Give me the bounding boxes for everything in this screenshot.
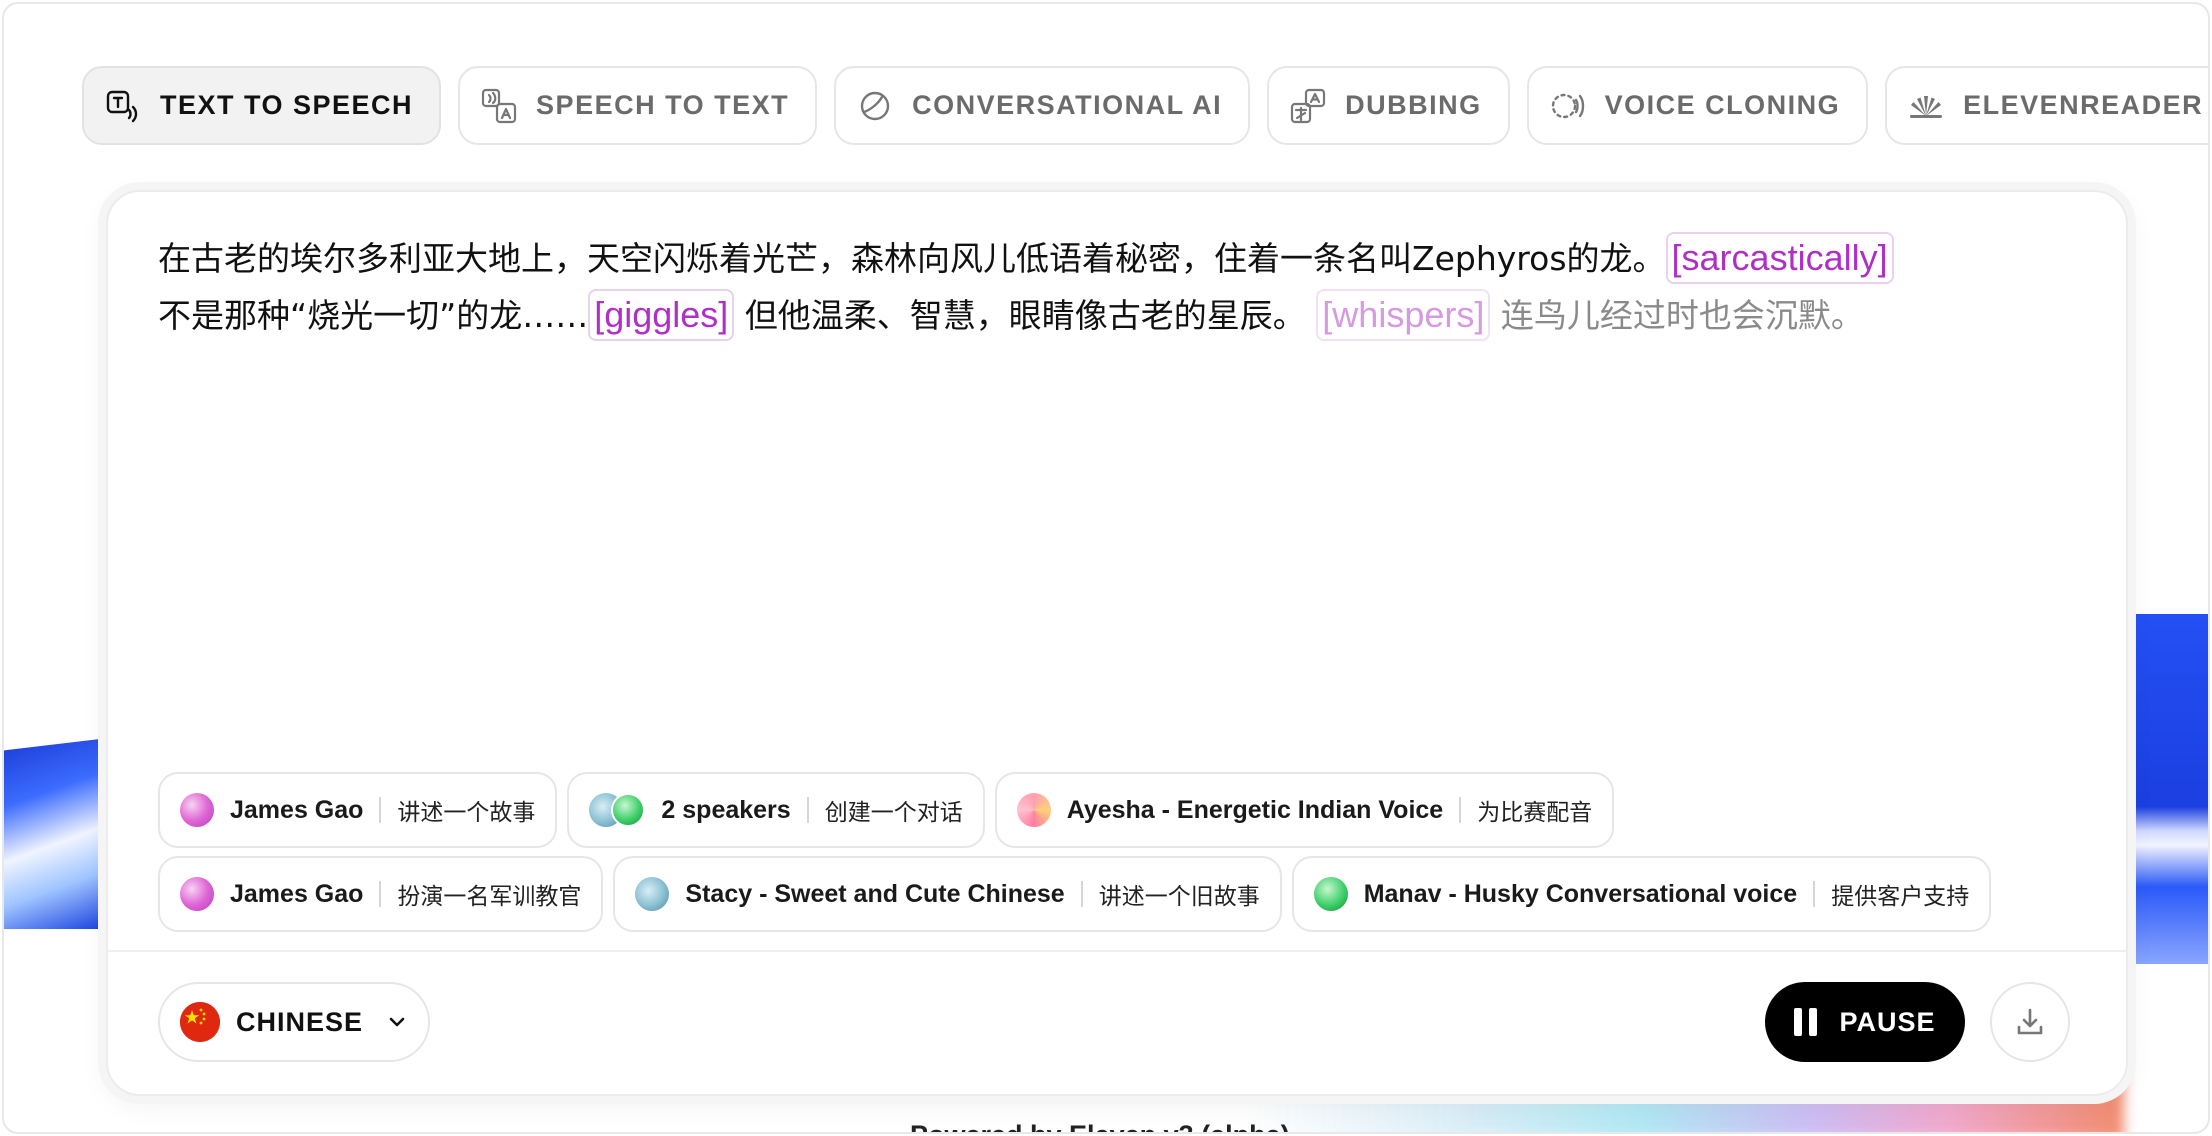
language-label: CHINESE	[236, 1006, 364, 1037]
voice-name: 2 speakers	[661, 795, 791, 824]
voice-suggestion-chip[interactable]: James Gao 扮演一名军训教官	[158, 856, 604, 932]
powered-by-text: Powered by Eleven v3 (alpha)	[910, 1120, 1290, 1132]
voice-suggestion-chip[interactable]: Ayesha - Energetic Indian Voice 为比赛配音	[994, 772, 1615, 848]
voice-action: 讲述一个故事	[397, 800, 536, 826]
text-editor[interactable]: 在古老的埃尔多利亚大地上，天空闪烁着光芒，森林向风儿低语着秘密，住着一条名叫Ze…	[158, 230, 2088, 344]
editor-text: 不是那种“烧光一切”的龙……	[158, 296, 589, 335]
voice-name: Stacy - Sweet and Cute Chinese	[685, 879, 1065, 908]
pause-icon	[1794, 1008, 1818, 1036]
conversational-ai-icon	[856, 87, 894, 125]
download-button[interactable]	[1990, 982, 2070, 1062]
voice-cloning-icon	[1549, 87, 1587, 125]
voice-action: 扮演一名军训教官	[397, 884, 582, 910]
tab-elevenreader[interactable]: ELEVENREADER	[1885, 66, 2208, 145]
voice-avatar-pair	[589, 793, 646, 827]
dubbing-icon	[1289, 87, 1327, 125]
app-frame: TEXT TO SPEECH SPEECH TO TEXT CONVERSATI…	[2, 2, 2210, 1134]
text-to-speech-card: 在古老的埃尔多利亚大地上，天空闪烁着光芒，森林向风儿低语着秘密，住着一条名叫Ze…	[106, 190, 2128, 1096]
product-tabs: TEXT TO SPEECH SPEECH TO TEXT CONVERSATI…	[82, 66, 2208, 145]
voice-avatar	[180, 877, 214, 911]
divider	[379, 797, 382, 823]
voice-suggestion-chip[interactable]: James Gao 讲述一个故事	[158, 772, 558, 848]
divider	[379, 881, 382, 907]
voice-name: James Gao	[230, 795, 364, 824]
voice-avatar	[1313, 877, 1348, 911]
divider	[1813, 881, 1816, 907]
china-flag-icon	[180, 1002, 220, 1042]
voice-avatar	[611, 793, 646, 827]
voice-suggestions-row-2: James Gao 扮演一名军训教官 Stacy - Sweet and Cut…	[158, 856, 2088, 932]
decorative-blue-shape-left	[4, 739, 100, 929]
voice-suggestion-chip[interactable]: Stacy - Sweet and Cute Chinese 讲述一个旧故事	[613, 856, 1282, 932]
audio-tag-giggles: [giggles]	[588, 289, 735, 341]
tab-voice-cloning[interactable]: VOICE CLONING	[1526, 66, 1869, 145]
divider	[806, 797, 809, 823]
voice-avatar	[180, 793, 214, 827]
editor-text: 在古老的埃尔多利亚大地上，天空闪烁着光芒，森林向风儿低语着秘密，住着一条名叫Ze…	[158, 239, 1666, 278]
tab-label: DUBBING	[1345, 90, 1482, 120]
tab-speech-to-text[interactable]: SPEECH TO TEXT	[458, 66, 818, 145]
editor-text: 但他温柔、智慧，眼睛像古老的星辰。	[734, 296, 1306, 335]
voice-suggestion-chip[interactable]: Manav - Husky Conversational voice 提供客户支…	[1291, 856, 1992, 932]
editor-text-pending: 连鸟儿经过时也会沉默。	[1490, 296, 1864, 335]
decorative-blue-shape-right	[2114, 614, 2208, 964]
audio-tag-whispers: [whispers]	[1316, 289, 1491, 341]
pause-button[interactable]: PAUSE	[1765, 982, 1965, 1062]
tab-label: CONVERSATIONAL AI	[912, 90, 1223, 120]
voice-action: 为比赛配音	[1477, 800, 1593, 826]
voice-name: Manav - Husky Conversational voice	[1363, 879, 1798, 908]
tab-label: VOICE CLONING	[1604, 90, 1841, 120]
text-to-speech-icon	[104, 87, 142, 125]
voice-action: 讲述一个旧故事	[1098, 884, 1260, 910]
voice-avatar	[1016, 793, 1051, 827]
tab-label: ELEVENREADER	[1963, 90, 2204, 120]
voice-avatar	[635, 877, 670, 911]
audio-tag-sarcastically: [sarcastically]	[1665, 232, 1894, 284]
voice-name: James Gao	[230, 879, 364, 908]
divider	[1080, 881, 1083, 907]
divider	[1459, 797, 1462, 823]
download-icon	[2017, 1008, 2043, 1035]
tab-label: SPEECH TO TEXT	[536, 90, 790, 120]
chevron-down-icon	[389, 1017, 405, 1027]
voice-name: Ayesha - Energetic Indian Voice	[1066, 795, 1444, 824]
voice-suggestions-row-1: James Gao 讲述一个故事 2 speakers 创建一个对话 Ayesh…	[158, 772, 2088, 848]
card-divider	[108, 950, 2126, 952]
tab-conversational-ai[interactable]: CONVERSATIONAL AI	[834, 66, 1251, 145]
voice-action: 提供客户支持	[1831, 884, 1970, 910]
elevenreader-icon	[1907, 87, 1945, 125]
pause-label: PAUSE	[1839, 1006, 1936, 1037]
speech-to-text-icon	[480, 87, 518, 125]
voice-suggestion-chip[interactable]: 2 speakers 创建一个对话	[567, 772, 985, 848]
tab-dubbing[interactable]: DUBBING	[1267, 66, 1510, 145]
tab-text-to-speech[interactable]: TEXT TO SPEECH	[82, 66, 442, 145]
voice-action: 创建一个对话	[824, 800, 963, 826]
tab-label: TEXT TO SPEECH	[160, 90, 414, 120]
language-selector[interactable]: CHINESE	[158, 982, 430, 1062]
